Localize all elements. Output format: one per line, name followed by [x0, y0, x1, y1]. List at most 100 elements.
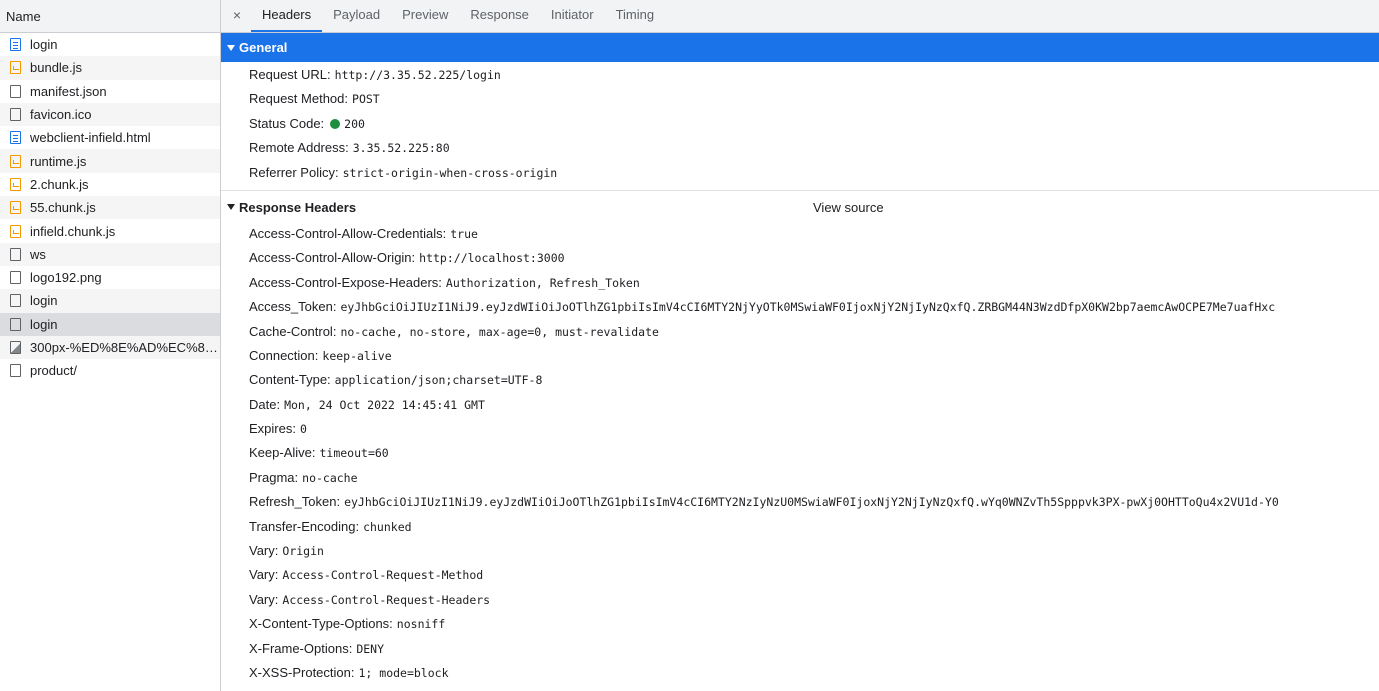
header-value: strict-origin-when-cross-origin — [342, 165, 558, 180]
header-row: Vary: Origin — [249, 539, 1379, 563]
header-row: X-Frame-Options: DENY — [249, 637, 1379, 661]
general-rows: Request URL: http://3.35.52.225/login Requ… — [221, 62, 1379, 191]
header-key: Refresh_Token: — [249, 494, 341, 510]
header-value: Access-Control-Request-Headers — [282, 592, 491, 607]
request-name: login — [30, 316, 58, 332]
view-source-link[interactable]: View source — [813, 200, 884, 215]
header-key: Access-Control-Allow-Credentials: — [249, 225, 447, 241]
header-key: Cache-Control: — [249, 323, 337, 339]
request-list: login bundle.js manifest.json favicon.ico we… — [0, 33, 220, 382]
header-key: Request Method: — [249, 91, 349, 107]
file-icon — [10, 108, 21, 122]
response-headers-title: Response Headers — [239, 199, 357, 215]
header-value: http://3.35.52.225/login — [334, 68, 501, 82]
header-row: Request Method: POST — [249, 87, 1379, 111]
document-icon — [10, 131, 21, 145]
header-key: X-XSS-Protection: — [249, 664, 355, 680]
script-file-icon — [10, 154, 21, 168]
header-key: Expires: — [249, 421, 296, 437]
header-row: Access-Control-Expose-Headers: Authorizat… — [249, 271, 1379, 295]
header-row: Status Code: 200 — [249, 112, 1379, 136]
header-row: Content-Type: application/json;charset=UT… — [249, 368, 1379, 392]
header-key: Pragma: — [249, 469, 299, 485]
request-list-item[interactable]: 300px-%ED%8E%AD%EC%88... — [0, 335, 220, 360]
header-key: Access_Token: — [249, 299, 337, 315]
request-list-item[interactable]: infield.chunk.js — [0, 219, 220, 242]
header-value: keep-alive — [322, 348, 392, 363]
request-name: infield.chunk.js — [30, 223, 116, 239]
request-name: login — [30, 37, 58, 53]
request-name: product/ — [30, 363, 77, 379]
document-icon — [10, 38, 21, 52]
request-list-item[interactable]: manifest.json — [0, 80, 220, 103]
header-row: Remote Address: 3.35.52.225:80 — [249, 136, 1379, 160]
tab-payload[interactable]: Payload — [322, 0, 391, 32]
image-file-icon — [10, 341, 21, 354]
header-value: Origin — [282, 544, 324, 559]
header-row: Pragma: no-cache — [249, 466, 1379, 490]
header-row: Vary: Access-Control-Request-Method — [249, 563, 1379, 587]
tab-headers[interactable]: Headers — [251, 0, 323, 32]
header-row: Keep-Alive: timeout=60 — [249, 441, 1379, 465]
header-value: application/json;charset=UTF-8 — [334, 373, 543, 388]
header-key: Vary: — [249, 567, 279, 583]
header-row: Referrer Policy: strict-origin-when-cross… — [249, 161, 1379, 185]
header-row: X-Content-Type-Options: nosniff — [249, 612, 1379, 636]
header-key: Connection: — [249, 347, 319, 363]
request-list-item[interactable]: 55.chunk.js — [0, 196, 220, 220]
file-icon — [10, 294, 21, 308]
header-row: X-XSS-Protection: 1; mode=block — [249, 661, 1379, 685]
request-list-item[interactable]: 2.chunk.js — [0, 173, 220, 196]
header-key: Access-Control-Expose-Headers: — [249, 274, 442, 290]
file-icon — [10, 247, 21, 261]
header-value: no-cache, no-store, max-age=0, must-reva… — [340, 324, 659, 339]
header-key: Transfer-Encoding: — [249, 518, 360, 534]
request-name: bundle.js — [30, 60, 83, 76]
header-row: Transfer-Encoding: chunked — [249, 515, 1379, 539]
request-list-empty-area — [0, 382, 220, 691]
status-ok-icon — [330, 118, 341, 129]
header-value: 3.35.52.225:80 — [352, 141, 450, 156]
request-list-item[interactable]: login — [0, 33, 220, 56]
header-value: nosniff — [396, 617, 446, 632]
header-value: Authorization, Refresh_Token — [445, 275, 640, 290]
header-key: Date: — [249, 396, 281, 412]
response-headers-section-header[interactable]: Response Headers View source — [221, 193, 1379, 222]
header-key: X-Frame-Options: — [249, 640, 353, 656]
request-list-item[interactable]: ws — [0, 242, 220, 266]
header-value: 1; mode=block — [358, 665, 449, 680]
header-key: Remote Address: — [249, 140, 349, 156]
request-list-item[interactable]: login — [0, 289, 220, 313]
header-row: Vary: Access-Control-Request-Headers — [249, 588, 1379, 612]
script-file-icon — [10, 201, 21, 215]
request-list-item[interactable]: login — [0, 312, 220, 336]
tab-response[interactable]: Response — [459, 0, 540, 32]
name-column-header[interactable]: Name — [0, 0, 220, 33]
header-value: 200 — [344, 116, 365, 131]
header-value: eyJhbGciOiJIUzI1NiJ9.eyJzdWIiOiJoOTlhZG1… — [340, 300, 1276, 315]
general-section-header[interactable]: General — [221, 33, 1379, 62]
tab-preview[interactable]: Preview — [391, 0, 459, 32]
header-value: DENY — [356, 641, 385, 656]
header-row: Cache-Control: no-cache, no-store, max-ag… — [249, 320, 1379, 344]
details-panel: × Headers Payload Preview Response Initiator… — [221, 0, 1379, 691]
request-list-item[interactable]: runtime.js — [0, 149, 220, 173]
tab-timing[interactable]: Timing — [605, 0, 666, 32]
request-list-item[interactable]: webclient-infield.html — [0, 126, 220, 149]
header-key: Vary: — [249, 543, 279, 559]
header-key: Keep-Alive: — [249, 445, 316, 461]
header-row: Connection: keep-alive — [249, 344, 1379, 368]
header-key: X-Content-Type-Options: — [249, 616, 393, 632]
request-list-item[interactable]: favicon.ico — [0, 102, 220, 127]
request-name: 2.chunk.js — [30, 176, 89, 192]
header-row: Request URL: http://3.35.52.225/login — [249, 63, 1379, 87]
triangle-down-icon — [227, 44, 235, 51]
request-list-item[interactable]: product/ — [0, 359, 220, 382]
close-icon[interactable]: × — [227, 0, 247, 32]
header-value: true — [450, 226, 478, 241]
request-list-item[interactable]: logo192.png — [0, 266, 220, 289]
response-headers-rows: Access-Control-Allow-Credentials: true Acc… — [221, 222, 1379, 685]
header-value: Mon, 24 Oct 2022 14:45:41 GMT — [284, 397, 485, 412]
tab-initiator[interactable]: Initiator — [540, 0, 605, 32]
request-list-item[interactable]: bundle.js — [0, 56, 220, 80]
